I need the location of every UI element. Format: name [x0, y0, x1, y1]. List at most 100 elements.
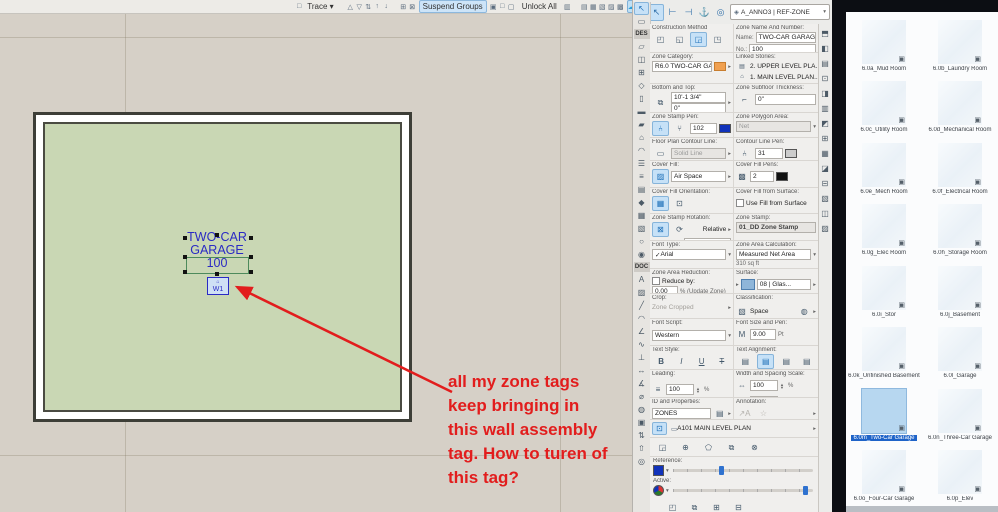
layout-name[interactable]: ▭ A101 MAIN LEVEL PLAN	[669, 424, 811, 433]
line-tool-icon[interactable]: ╱	[634, 299, 649, 312]
construction-method-2-icon[interactable]: ◱	[671, 32, 688, 47]
settings-tab-5-icon[interactable]: ◨	[818, 86, 832, 101]
stamp-pen-custom-icon[interactable]: ⑂	[671, 121, 688, 136]
favorite-preview[interactable]: ▣	[938, 450, 982, 494]
rotation-fixed-icon[interactable]: ⊠	[652, 222, 669, 237]
align-right-button[interactable]: ▤	[778, 354, 795, 369]
marquee-tool-icon[interactable]: ▭	[634, 15, 649, 28]
align-center-button[interactable]: ▤	[757, 354, 775, 369]
trace-button[interactable]: Trace ▾	[303, 0, 337, 13]
reduce-by-checkbox[interactable]	[652, 277, 660, 285]
fill-fg-pen-input[interactable]: 2	[750, 171, 774, 182]
send-backward-icon[interactable]: △	[346, 1, 355, 12]
inject-params-icon[interactable]: ⊕	[677, 440, 694, 455]
rotation-free-icon[interactable]: ⟳	[671, 222, 688, 237]
subfloor-input[interactable]: 0"	[755, 94, 816, 105]
roof-tool-icon[interactable]: ⌂	[634, 131, 649, 144]
selection-handle[interactable]	[183, 236, 187, 240]
zone-tool-icon[interactable]: ▧	[634, 222, 649, 235]
favorite-item[interactable]: ▣ 6.0o_Four-Car Garage	[846, 443, 922, 505]
rotation-angle-input[interactable]: 0.00°	[684, 238, 731, 240]
layer-4-icon[interactable]: ▨	[607, 1, 616, 12]
radial-dimension-tool-icon[interactable]: ⌀	[634, 390, 649, 403]
worksheet-tool-icon[interactable]: ▣	[634, 416, 649, 429]
pick-up-params-icon[interactable]: ◲	[654, 440, 671, 455]
favorite-preview[interactable]: ▣	[862, 81, 906, 125]
mesh-tool-icon[interactable]: ▦	[634, 209, 649, 222]
use-fill-from-surface-checkbox[interactable]	[736, 199, 744, 207]
angle-dimension-tool-icon[interactable]: ∡	[634, 377, 649, 390]
favorite-item[interactable]: ▣ 6.0e_Mech Room	[846, 135, 922, 197]
settings-tab-7-icon[interactable]: ◩	[818, 116, 832, 131]
selection-handle[interactable]	[183, 255, 187, 259]
font-script-select[interactable]: Western	[652, 330, 727, 341]
width-scale-input[interactable]: 100	[750, 380, 778, 391]
lamp-tool-icon[interactable]: ◉	[634, 248, 649, 261]
window-tool-icon[interactable]: ⊞	[634, 66, 649, 79]
reference-color-chip[interactable]	[653, 465, 664, 476]
fill-orientation-link-icon[interactable]: ▦	[652, 196, 669, 211]
favorite-item[interactable]: ▣ 6.0n_Three-Car Garage	[922, 381, 998, 443]
arrow-tool-icon[interactable]: ↖	[649, 3, 664, 21]
favorite-item[interactable]: ▣ 6.0j_Basement	[922, 258, 998, 320]
layer-3-icon[interactable]: ▧	[598, 1, 607, 12]
settings-tab-4-icon[interactable]: ⊡	[818, 71, 832, 86]
reorder-icon[interactable]: ⇅	[364, 1, 373, 12]
reference-slider-thumb[interactable]	[719, 465, 725, 475]
beam-tool-icon[interactable]: ▬	[634, 105, 649, 118]
favorite-item[interactable]: ▣ 6.0c_Utility Room	[846, 74, 922, 136]
curtain-wall-tool-icon[interactable]: ▤	[634, 183, 649, 196]
favorite-item[interactable]: ▣ 6.0f_Electrical Room	[922, 135, 998, 197]
arrow-tool-icon[interactable]: ↖	[634, 2, 649, 15]
elevation-tool-icon[interactable]: ⇧	[634, 442, 649, 455]
settings-tab-12-icon[interactable]: ▧	[818, 191, 832, 206]
polygon-edit-icon[interactable]: ⬠	[700, 440, 717, 455]
favorite-item[interactable]: ▣ 6.0p_Elev	[922, 443, 998, 505]
top-offset-input[interactable]: 10'-1 3/4"	[671, 92, 727, 103]
favorite-item[interactable]: ▣ 6.0a_Mud Room	[846, 12, 922, 74]
stamp-pen-uniform-icon[interactable]: ⑃	[652, 121, 669, 136]
transfer-icon[interactable]: ⊞	[708, 500, 725, 512]
contour-line-select[interactable]: Solid Line	[671, 148, 727, 159]
drawing-canvas[interactable]: □ Trace ▾ △ ▽ ⇅ ↑ ↓ ⊞ ⊠ Suspend Groups ▣ □ ▢ Un…	[0, 0, 632, 512]
active-slider-thumb[interactable]	[803, 485, 809, 495]
stair-tool-icon[interactable]: ☰	[634, 157, 649, 170]
anchor-icon[interactable]: ⚓	[697, 4, 712, 21]
properties-book-icon[interactable]: ▤	[713, 406, 726, 419]
favorite-preview[interactable]: ▣	[938, 388, 982, 433]
font-size-input[interactable]: 9.00	[750, 329, 776, 340]
id-input[interactable]: ZONES	[652, 408, 712, 419]
slab-tool-icon[interactable]: ▰	[634, 118, 649, 131]
rotation-mode[interactable]: Relative	[690, 226, 726, 233]
section-tool-icon[interactable]: ⇅	[634, 429, 649, 442]
shell-tool-icon[interactable]: ◠	[634, 144, 649, 157]
settings-tab-14-icon[interactable]: ▨	[818, 221, 832, 236]
settings-tab-8-icon[interactable]: ⊞	[818, 131, 832, 146]
unlock-icon[interactable]: □	[498, 1, 507, 12]
linked-story-item[interactable]: 2. UPPER LEVEL PLA...	[750, 63, 818, 70]
settings-tab-13-icon[interactable]: ◫	[818, 206, 832, 221]
favorite-item[interactable]: ▣ 6.0d_Mechanical Room	[922, 74, 998, 136]
trace-reference-icon[interactable]: □	[297, 1, 301, 12]
favorite-preview[interactable]: ▣	[938, 81, 982, 125]
magic-wand-icon[interactable]: ▥	[563, 1, 572, 12]
layout-link-icon[interactable]: ⊡	[652, 422, 667, 435]
construction-method-3-icon[interactable]: ◲	[690, 32, 707, 47]
favorite-preview[interactable]: ▣	[862, 265, 906, 310]
favorite-preview[interactable]: ▣	[938, 265, 982, 310]
selection-method-icon[interactable]: ⊢	[665, 4, 680, 21]
bottom-offset-input[interactable]: 0"	[671, 103, 727, 112]
spacing-scale-input[interactable]: 100	[750, 396, 778, 397]
favorite-preview[interactable]: ▣	[938, 204, 982, 248]
settings-tab-1-icon[interactable]: ⬒	[818, 26, 832, 41]
favorite-item[interactable]: ▣ 6.0b_Laundry Room	[922, 12, 998, 74]
active-slider[interactable]	[672, 485, 813, 495]
favorite-preview[interactable]: ▣	[938, 142, 982, 187]
suspend-groups-button[interactable]: Suspend Groups	[418, 0, 487, 13]
dimension-tool-icon[interactable]: ↔	[634, 364, 649, 377]
polyline-tool-icon[interactable]: ∠	[634, 325, 649, 338]
bold-button[interactable]: B	[653, 354, 670, 369]
settings-tab-3-icon[interactable]: ▤	[818, 56, 832, 71]
favorite-item[interactable]: ▣ 6.0i_Stor	[846, 258, 922, 320]
contour-line-icon[interactable]: ▭	[652, 146, 669, 160]
